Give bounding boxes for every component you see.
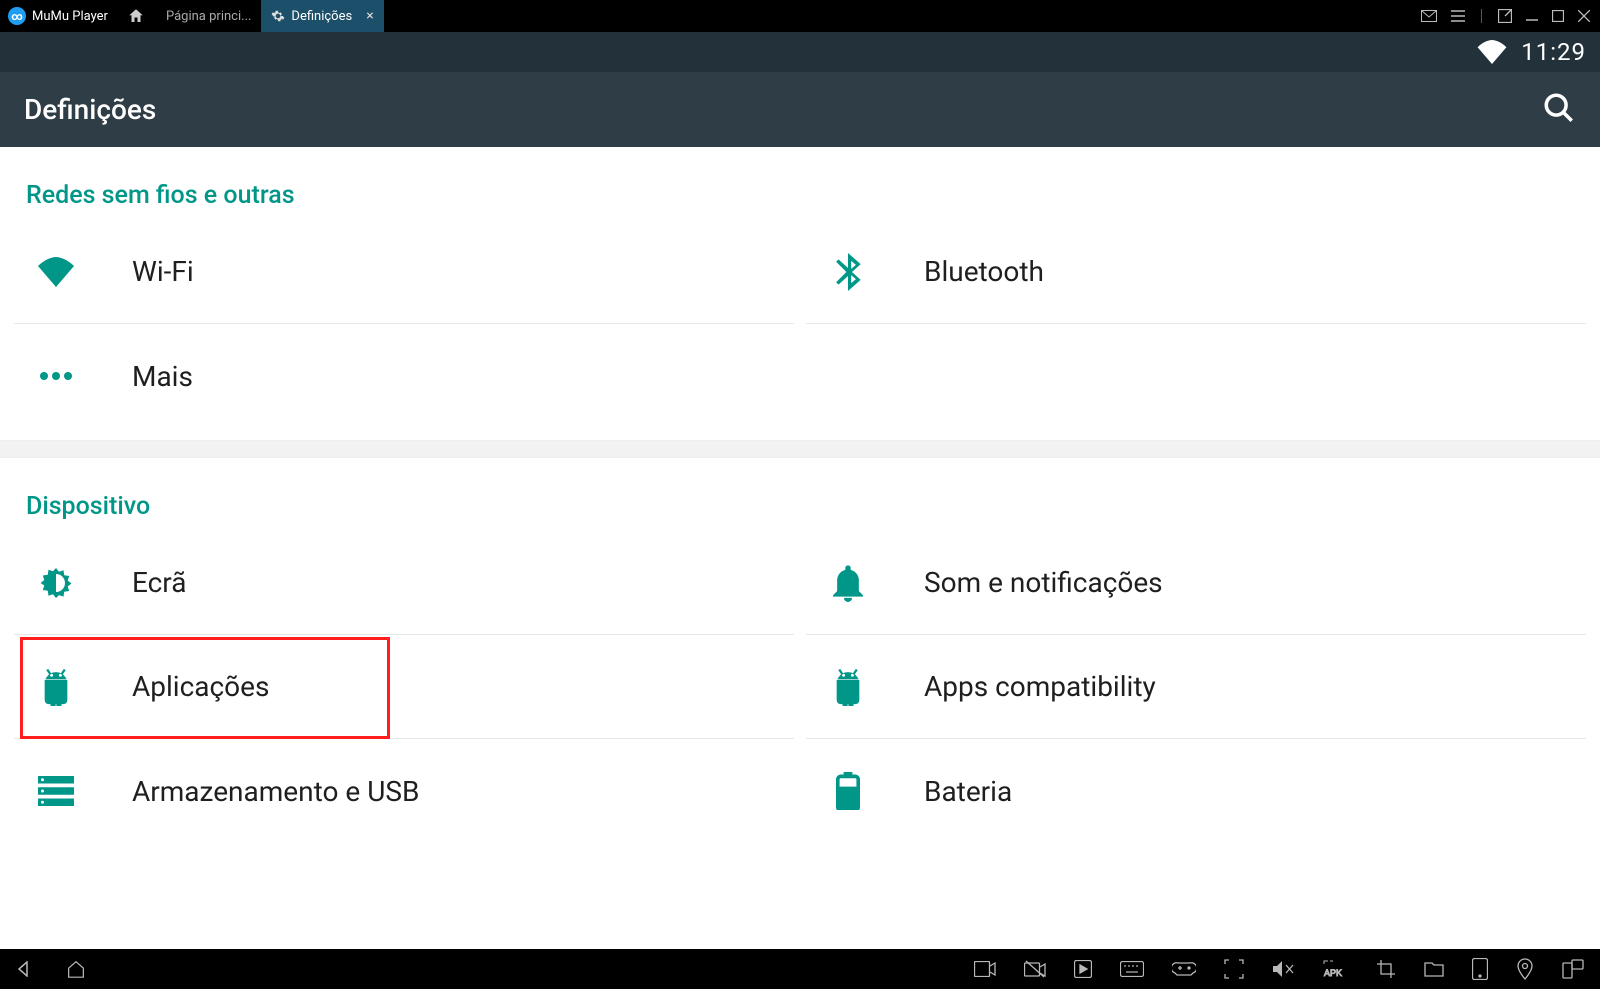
- window-chrome: ∞ MuMu Player Página princi... Definiçõe…: [0, 0, 1600, 32]
- settings-item-label: Apps compatibility: [924, 670, 1156, 703]
- home-icon[interactable]: [116, 7, 156, 25]
- section-header-device: Dispositivo: [0, 468, 1600, 531]
- settings-item-label: Som e notificações: [924, 566, 1163, 599]
- bluetooth-icon: [826, 253, 870, 291]
- tab-home[interactable]: Página princi...: [156, 0, 261, 32]
- settings-item-battery[interactable]: Bateria: [806, 739, 1586, 843]
- section-network: Redes sem fios e outras Wi-Fi Bluetooth: [0, 147, 1600, 440]
- window-controls: [1421, 9, 1600, 23]
- storage-icon: [34, 776, 78, 806]
- nav-back-icon[interactable]: [16, 961, 32, 977]
- android-icon: [34, 668, 78, 706]
- emulator-bottom-bar: APK: [0, 949, 1600, 989]
- section-header-network: Redes sem fios e outras: [0, 157, 1600, 220]
- gamepad-icon[interactable]: [1172, 961, 1196, 977]
- android-status-bar: 11:29: [0, 32, 1600, 72]
- svg-text:APK: APK: [1324, 968, 1342, 978]
- settings-item-more[interactable]: Mais: [14, 324, 794, 428]
- settings-item-label: Bluetooth: [924, 255, 1044, 288]
- focus-icon[interactable]: [1224, 959, 1244, 979]
- keyboard-icon[interactable]: [1120, 961, 1144, 977]
- wifi-icon: [34, 257, 78, 287]
- minimize-icon[interactable]: [1526, 10, 1538, 22]
- mail-icon[interactable]: [1421, 10, 1437, 22]
- menu-icon[interactable]: [1451, 10, 1465, 22]
- page-title: Definições: [24, 93, 156, 126]
- search-icon[interactable]: [1542, 91, 1576, 129]
- battery-icon: [826, 772, 870, 810]
- play-icon[interactable]: [1074, 960, 1092, 978]
- tab-active-label: Definições: [291, 9, 352, 24]
- app-name: MuMu Player: [32, 9, 108, 24]
- crop-icon[interactable]: [1376, 959, 1396, 979]
- more-icon: [34, 371, 78, 381]
- settings-item-label: Armazenamento e USB: [132, 775, 419, 808]
- wifi-icon: [1477, 40, 1507, 64]
- settings-item-storage[interactable]: Armazenamento e USB: [14, 739, 794, 843]
- settings-item-sound[interactable]: Som e notificações: [806, 531, 1586, 635]
- settings-item-label: Aplicações: [132, 670, 269, 703]
- settings-item-label: Ecrã: [132, 566, 186, 599]
- settings-item-wifi[interactable]: Wi-Fi: [14, 220, 794, 324]
- status-time: 11:29: [1521, 38, 1586, 66]
- apk-install-icon[interactable]: APK: [1322, 960, 1348, 978]
- location-icon[interactable]: [1516, 958, 1534, 980]
- camera-off-icon[interactable]: [1024, 960, 1046, 978]
- separator: [1481, 9, 1482, 23]
- settings-item-apps[interactable]: Aplicações: [14, 635, 794, 739]
- maximize-icon[interactable]: [1552, 10, 1564, 22]
- settings-item-label: Mais: [132, 360, 193, 393]
- android-icon: [826, 668, 870, 706]
- section-device: Dispositivo Ecrã Som e notificações: [0, 458, 1600, 855]
- bell-icon: [826, 564, 870, 602]
- settings-item-label: Wi-Fi: [132, 255, 194, 288]
- section-divider: [0, 440, 1600, 458]
- settings-item-apps-compat[interactable]: Apps compatibility: [806, 635, 1586, 739]
- rotate-icon[interactable]: [1562, 959, 1584, 979]
- video-icon[interactable]: [974, 961, 996, 977]
- device-icon[interactable]: [1472, 958, 1488, 980]
- app-logo-icon: ∞: [8, 7, 26, 25]
- close-icon[interactable]: [1578, 10, 1590, 22]
- folder-icon[interactable]: [1424, 961, 1444, 977]
- settings-item-label: Bateria: [924, 775, 1012, 808]
- display-icon: [34, 565, 78, 601]
- fullscreen-icon[interactable]: [1498, 9, 1512, 23]
- settings-item-display[interactable]: Ecrã: [14, 531, 794, 635]
- volume-mute-icon[interactable]: [1272, 960, 1294, 978]
- app-bar: Definições: [0, 72, 1600, 147]
- gear-icon: [271, 9, 285, 23]
- settings-item-bluetooth[interactable]: Bluetooth: [806, 220, 1586, 324]
- settings-content: Redes sem fios e outras Wi-Fi Bluetooth: [0, 147, 1600, 949]
- tab-close-icon[interactable]: ×: [366, 8, 373, 24]
- nav-home-icon[interactable]: [66, 960, 86, 978]
- tab-active[interactable]: Definições ×: [261, 0, 383, 32]
- tab-home-label: Página princi...: [166, 9, 251, 24]
